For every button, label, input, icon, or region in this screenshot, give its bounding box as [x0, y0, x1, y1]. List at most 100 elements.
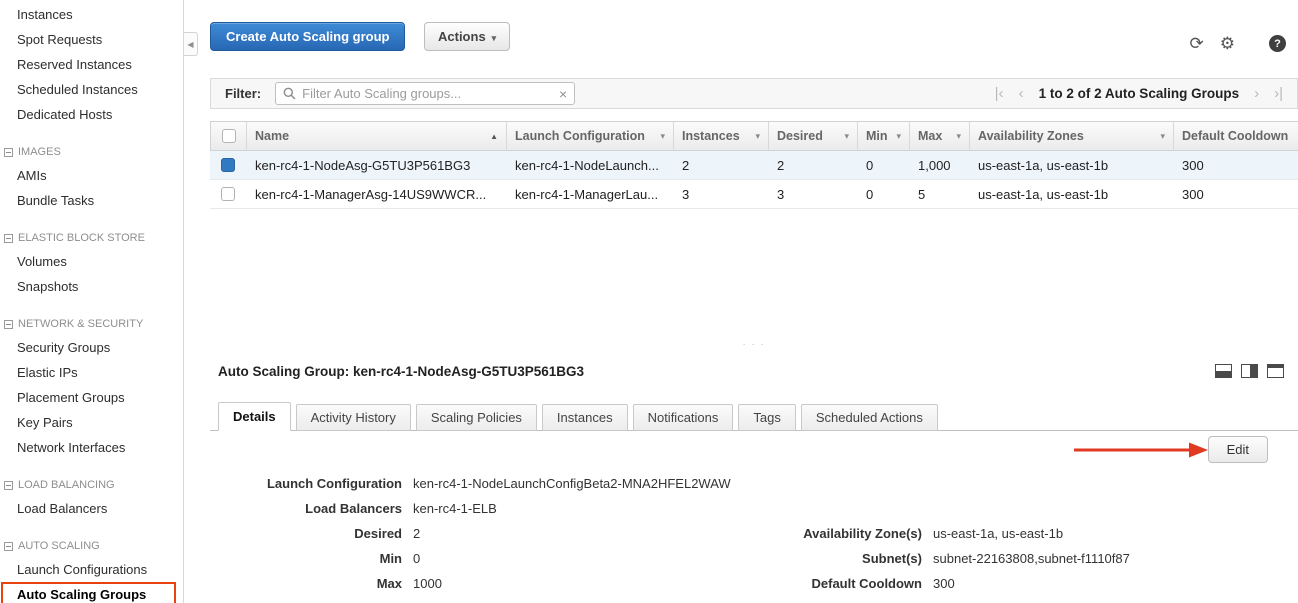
sidebar-item-dedicated-hosts[interactable]: Dedicated Hosts [0, 102, 183, 127]
field-value-load-balancers[interactable]: ken-rc4-1-ELB [413, 501, 497, 516]
annotation-arrow [1072, 441, 1210, 459]
sidebar-item-reserved-instances[interactable]: Reserved Instances [0, 52, 183, 77]
select-all-checkbox[interactable] [222, 129, 236, 143]
sidebar-item-snapshots[interactable]: Snapshots [0, 274, 183, 299]
cell-launch-configuration: ken-rc4-1-ManagerLau... [506, 180, 673, 208]
create-auto-scaling-group-button[interactable]: Create Auto Scaling group [210, 22, 405, 51]
clear-filter-icon[interactable]: × [559, 87, 567, 101]
sidebar-section-network-security[interactable]: NETWORK & SECURITY [0, 313, 183, 335]
caret-down-icon: ▾ [755, 131, 760, 142]
row-checkbox-cell[interactable] [210, 151, 246, 179]
cell-availability-zones: us-east-1a, us-east-1b [969, 180, 1173, 208]
detail-panel-title: Auto Scaling Group: ken-rc4-1-NodeAsg-G5… [218, 364, 584, 379]
edit-button[interactable]: Edit [1208, 436, 1268, 463]
cell-min: 0 [857, 151, 909, 179]
tab-tags[interactable]: Tags [738, 404, 795, 431]
field-value-min: 0 [413, 551, 420, 566]
field-value-availability-zone-s: us-east-1a, us-east-1b [933, 526, 1063, 541]
sidebar-item-launch-configurations[interactable]: Launch Configurations [0, 557, 183, 582]
pagination-prev-button[interactable]: ‹ [1019, 86, 1024, 101]
table-row[interactable]: ken-rc4-1-NodeAsg-G5TU3P561BG3ken-rc4-1-… [210, 151, 1298, 180]
maximize-pane-icon[interactable] [1267, 364, 1284, 378]
select-all-checkbox-cell[interactable] [211, 122, 247, 150]
sidebar-section-elastic-block-store[interactable]: ELASTIC BLOCK STORE [0, 227, 183, 249]
tab-instances[interactable]: Instances [542, 404, 628, 431]
sidebar-item-bundle-tasks[interactable]: Bundle Tasks [0, 188, 183, 213]
filter-input[interactable] [302, 86, 553, 101]
sidebar-item-instances[interactable]: Instances [0, 2, 183, 27]
field-value-launch-configuration[interactable]: ken-rc4-1-NodeLaunchConfigBeta2-MNA2HFEL… [413, 476, 731, 491]
split-horizontal-icon[interactable] [1215, 364, 1232, 378]
pagination-next-button[interactable]: › [1254, 86, 1259, 101]
sidebar-section-label: LOAD BALANCING [18, 474, 115, 496]
filter-search-box: × [275, 82, 575, 105]
column-header-availability-zones[interactable]: Availability Zones▾ [970, 122, 1174, 150]
column-header-launch-configuration[interactable]: Launch Configuration▾ [507, 122, 674, 150]
tab-activity-history[interactable]: Activity History [296, 404, 411, 431]
column-label: Name [255, 129, 289, 143]
cell-desired: 3 [768, 180, 857, 208]
cell-instances: 3 [673, 180, 768, 208]
column-header-desired[interactable]: Desired▾ [769, 122, 858, 150]
chevron-left-icon: ◀ [187, 40, 193, 49]
sidebar-item-spot-requests[interactable]: Spot Requests [0, 27, 183, 52]
collapse-section-icon [4, 542, 13, 551]
actions-button[interactable]: Actions▾ [424, 22, 510, 51]
column-header-name[interactable]: Name▲ [247, 122, 507, 150]
refresh-icon[interactable]: ⟳ [1190, 35, 1204, 52]
sidebar-item-auto-scaling-groups[interactable]: Auto Scaling Groups [0, 582, 183, 603]
detail-field-load-balancers: Load Balancers ken-rc4-1-ELB [218, 496, 731, 521]
sidebar-item-amis[interactable]: AMIs [0, 163, 183, 188]
panel-splitter[interactable]: ∙ ∙ ∙ [210, 338, 1298, 350]
collapse-section-icon [4, 481, 13, 490]
settings-gear-icon[interactable]: ⚙ [1220, 35, 1235, 52]
sidebar-item-key-pairs[interactable]: Key Pairs [0, 410, 183, 435]
field-label-default-cooldown: Default Cooldown [730, 576, 922, 591]
sidebar-item-load-balancers[interactable]: Load Balancers [0, 496, 183, 521]
cell-default-cooldown: 300 [1173, 180, 1298, 208]
column-header-instances[interactable]: Instances▾ [674, 122, 769, 150]
toolbar-icons: ⟳ ⚙ ? [1190, 35, 1287, 52]
field-label-max: Max [218, 576, 402, 591]
search-icon [283, 87, 296, 100]
column-header-min[interactable]: Min▾ [858, 122, 910, 150]
pagination-status: 1 to 2 of 2 Auto Scaling Groups [1039, 86, 1240, 101]
caret-down-icon: ▾ [1160, 131, 1165, 142]
sidebar-item-scheduled-instances[interactable]: Scheduled Instances [0, 77, 183, 102]
sidebar-item-placement-groups[interactable]: Placement Groups [0, 385, 183, 410]
tab-scheduled-actions[interactable]: Scheduled Actions [801, 404, 938, 431]
row-checkbox[interactable] [221, 187, 235, 201]
cell-desired: 2 [768, 151, 857, 179]
pagination-first-button[interactable]: |‹ [995, 86, 1004, 101]
sidebar-item-elastic-ips[interactable]: Elastic IPs [0, 360, 183, 385]
row-checkbox[interactable] [221, 158, 235, 172]
row-checkbox-cell[interactable] [210, 180, 246, 208]
auto-scaling-groups-table: Name▲Launch Configuration▾Instances▾Desi… [210, 121, 1298, 209]
sidebar-section-auto-scaling[interactable]: AUTO SCALING [0, 535, 183, 557]
split-vertical-icon[interactable] [1241, 364, 1258, 378]
table-body: ken-rc4-1-NodeAsg-G5TU3P561BG3ken-rc4-1-… [210, 151, 1298, 209]
detail-field-min: Min0 [218, 546, 731, 571]
help-icon[interactable]: ? [1269, 35, 1286, 52]
filter-label: Filter: [225, 86, 261, 101]
sidebar-section-images[interactable]: IMAGES [0, 141, 183, 163]
field-label-subnet-s: Subnet(s) [730, 551, 922, 566]
ec2-console: InstancesSpot RequestsReserved Instances… [0, 0, 1298, 603]
sidebar-section-load-balancing[interactable]: LOAD BALANCING [0, 474, 183, 496]
sidebar-item-network-interfaces[interactable]: Network Interfaces [0, 435, 183, 460]
pagination-last-button[interactable]: ›| [1274, 86, 1283, 101]
field-label-load-balancers: Load Balancers [218, 501, 402, 516]
sidebar-section-label: AUTO SCALING [18, 535, 100, 557]
sidebar-item-security-groups[interactable]: Security Groups [0, 335, 183, 360]
sidebar-collapse-button[interactable]: ◀ [184, 32, 198, 56]
tab-details[interactable]: Details [218, 402, 291, 431]
table-row[interactable]: ken-rc4-1-ManagerAsg-14US9WWCR...ken-rc4… [210, 180, 1298, 209]
tab-notifications[interactable]: Notifications [633, 404, 734, 431]
column-header-max[interactable]: Max▾ [910, 122, 970, 150]
drag-handle-icon: ∙ ∙ ∙ [743, 339, 766, 349]
sidebar-section-label: IMAGES [18, 141, 61, 163]
field-label-desired: Desired [218, 526, 402, 541]
tab-scaling-policies[interactable]: Scaling Policies [416, 404, 537, 431]
column-header-default-cooldown[interactable]: Default Cooldown▾ [1174, 122, 1298, 150]
sidebar-item-volumes[interactable]: Volumes [0, 249, 183, 274]
